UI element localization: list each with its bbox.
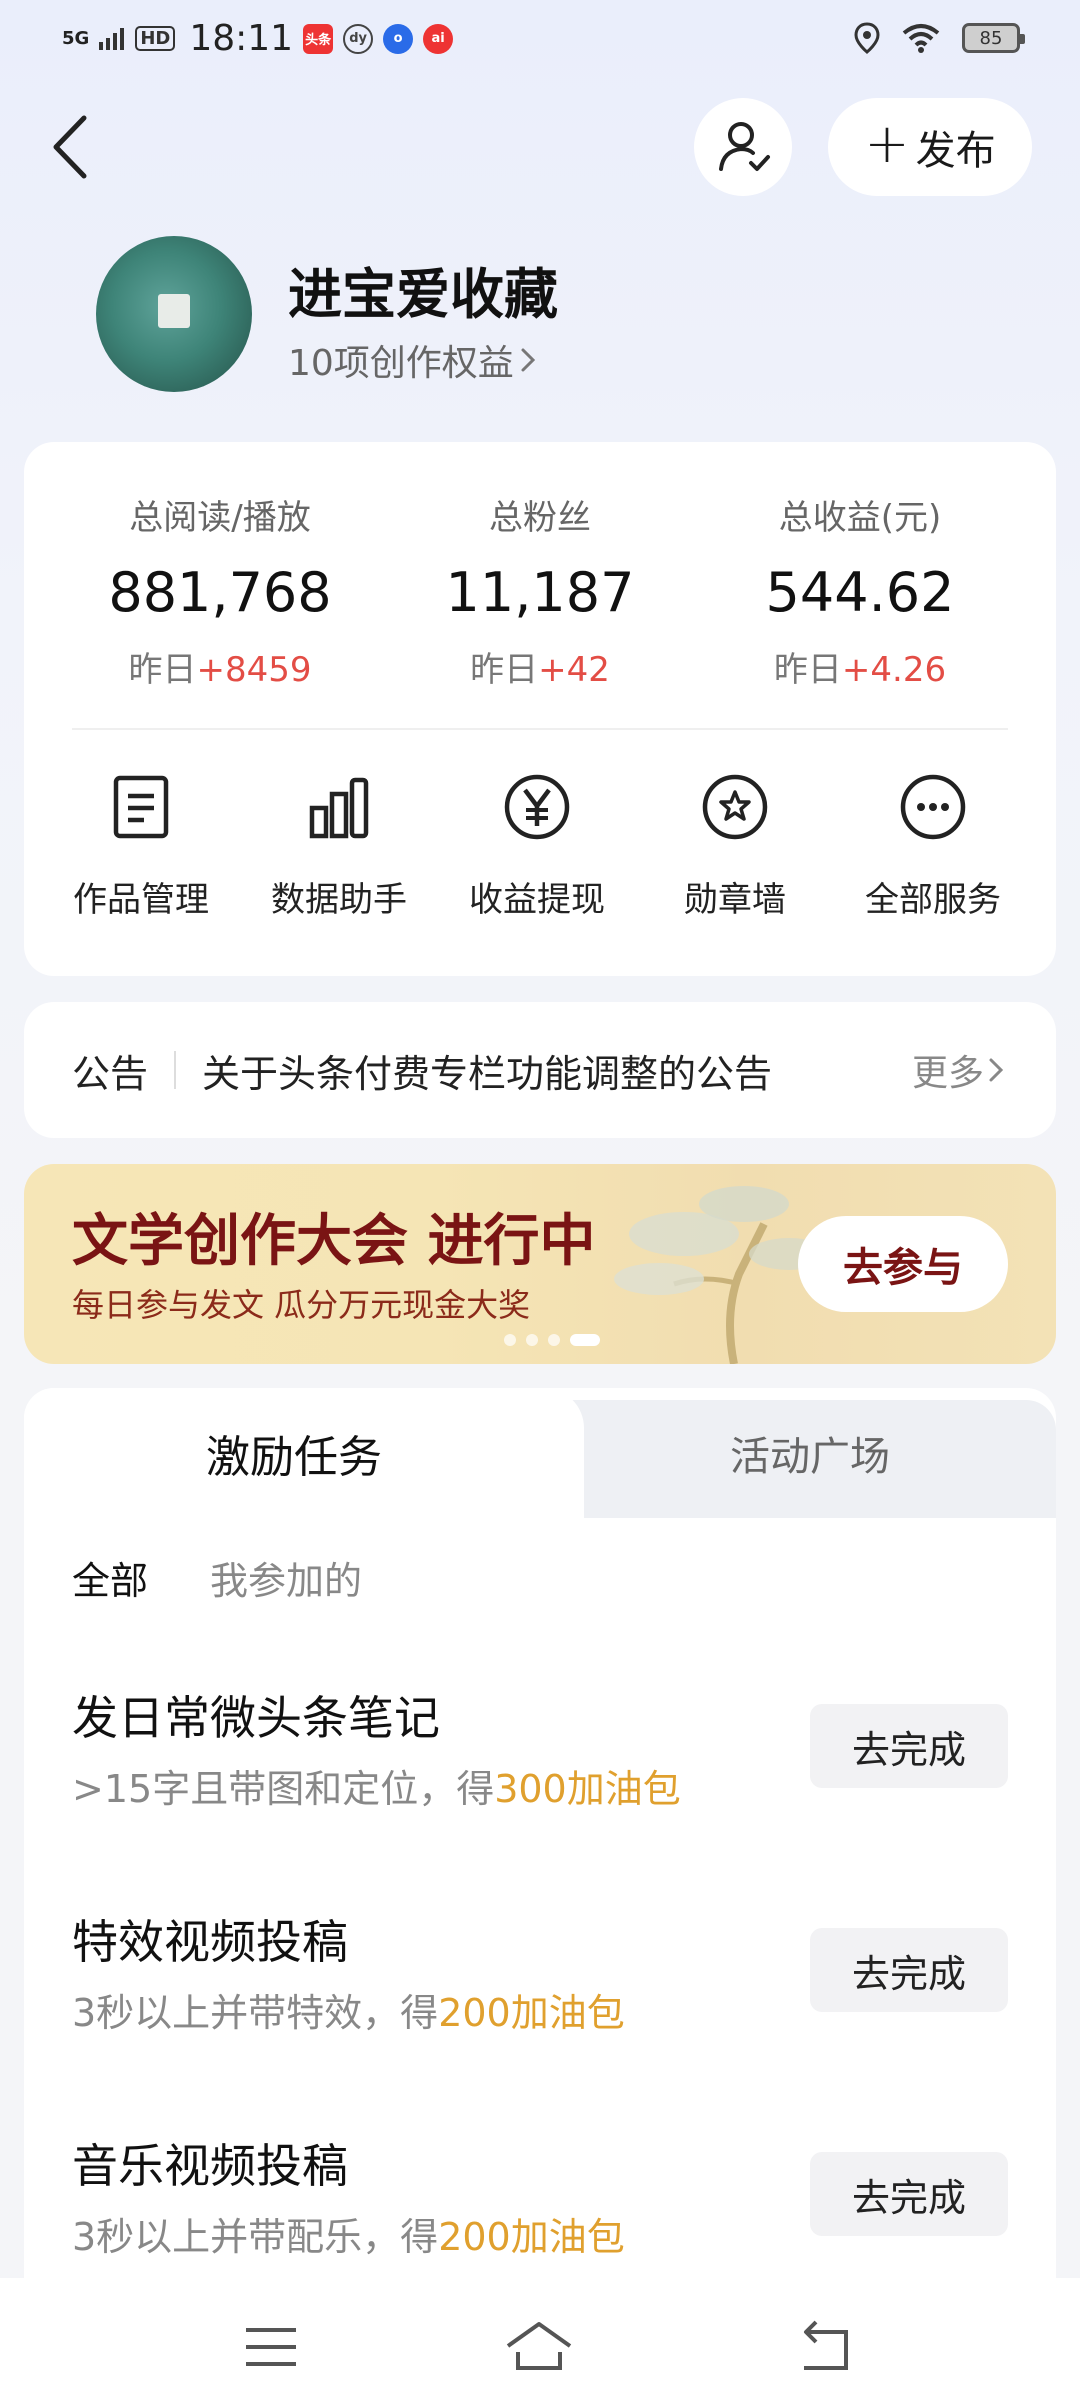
notice-text[interactable]: 关于头条付费专栏功能调整的公告 xyxy=(202,1043,912,1098)
task-filters: 全部 我参加的 xyxy=(72,1550,362,1605)
carousel-dot[interactable] xyxy=(504,1334,516,1346)
notice-more-link[interactable]: 更多 xyxy=(912,1044,1004,1096)
plus-icon: + xyxy=(864,112,910,175)
task-title: 音乐视频投稿 xyxy=(72,2139,348,2193)
system-nav-bar xyxy=(0,2278,1080,2408)
assistant-app-icon: ai xyxy=(423,23,454,54)
complete-task-button[interactable]: 去完成 xyxy=(810,1704,1008,1788)
banner-subtitle: 每日参与发文 瓜分万元现金大奖 xyxy=(72,1286,531,1324)
status-right: 85 xyxy=(854,22,1025,54)
document-icon xyxy=(113,775,169,839)
creator-rights-link[interactable]: 10项创作权益 xyxy=(288,334,536,386)
signal-icon xyxy=(99,27,125,50)
back-nav-icon[interactable] xyxy=(790,2312,860,2382)
service-label: 收益提现 xyxy=(469,880,605,920)
promo-banner[interactable]: 文学创作大会 进行中 每日参与发文 瓜分万元现金大奖 去参与 xyxy=(24,1164,1056,1364)
network-indicator: 5G xyxy=(62,28,90,49)
complete-task-button[interactable]: 去完成 xyxy=(810,2152,1008,2236)
toutiao-app-icon: 头条 xyxy=(303,23,334,54)
services-row: 作品管理 数据助手 收益提现 勋章墙 全部服务 xyxy=(24,772,1056,921)
chevron-right-icon xyxy=(989,1058,1004,1082)
divider xyxy=(72,728,1008,730)
user-check-icon xyxy=(719,122,770,171)
notice-bar[interactable]: 公告 关于头条付费专栏功能调整的公告 更多 xyxy=(24,1002,1056,1138)
carousel-dot[interactable] xyxy=(526,1334,538,1346)
stat-value: 11,187 xyxy=(445,561,635,624)
banner-title: 文学创作大会 进行中 xyxy=(72,1209,596,1274)
yuan-icon xyxy=(504,774,570,840)
complete-task-button[interactable]: 去完成 xyxy=(810,1928,1008,2012)
publish-button[interactable]: + 发布 xyxy=(828,98,1032,196)
creator-rights-label: 10项创作权益 xyxy=(288,343,514,384)
service-withdraw-income[interactable]: 收益提现 xyxy=(438,772,636,921)
stat-label: 总阅读/播放 xyxy=(129,498,311,538)
notice-tag: 公告 xyxy=(72,1051,149,1096)
hd-badge: HD xyxy=(135,26,176,51)
status-left: 5G HD 18:11 头条 dy o ai xyxy=(62,18,454,59)
tab-incentive-tasks[interactable]: 激励任务 xyxy=(24,1388,564,1518)
stat-delta: 昨日+8459 xyxy=(128,650,312,690)
notice-more-label: 更多 xyxy=(911,1053,984,1094)
douyin-app-icon: dy xyxy=(343,23,374,54)
service-works-management[interactable]: 作品管理 xyxy=(42,772,240,921)
stat-delta: 昨日+42 xyxy=(470,650,610,690)
chevron-left-icon xyxy=(53,115,87,179)
account-switch-button[interactable] xyxy=(694,98,792,196)
more-icon xyxy=(900,774,966,840)
battery-level: 85 xyxy=(979,27,1003,49)
stat-reads[interactable]: 总阅读/播放 881,768 昨日+8459 xyxy=(70,490,370,691)
stat-value: 544.62 xyxy=(765,561,955,624)
filter-all[interactable]: 全部 xyxy=(72,1550,148,1605)
service-medal-wall[interactable]: 勋章墙 xyxy=(636,772,834,921)
task-title: 特效视频投稿 xyxy=(72,1915,348,1969)
stats-card: 总阅读/播放 881,768 昨日+8459 总粉丝 11,187 昨日+42 … xyxy=(24,442,1056,976)
home-icon[interactable] xyxy=(504,2312,574,2382)
task-title: 发日常微头条笔记 xyxy=(72,1691,440,1745)
location-icon xyxy=(854,22,880,54)
task-item: 特效视频投稿 3秒以上并带特效，得200加油包 去完成 xyxy=(24,1906,1056,2106)
bar-chart-icon xyxy=(309,777,369,839)
service-data-assistant[interactable]: 数据助手 xyxy=(240,772,438,921)
tab-activity-square[interactable]: 活动广场 xyxy=(564,1388,1056,1518)
chevron-right-icon xyxy=(521,348,535,372)
medal-icon xyxy=(702,774,768,840)
avatar-coin-hole xyxy=(158,294,190,328)
avatar[interactable] xyxy=(96,236,252,392)
task-item: 发日常微头条笔记 >15字且带图和定位，得300加油包 去完成 xyxy=(24,1682,1056,1882)
stat-delta: 昨日+4.26 xyxy=(773,650,947,690)
browser-app-icon: o xyxy=(383,23,414,54)
stat-value: 881,768 xyxy=(108,561,332,624)
service-label: 全部服务 xyxy=(865,880,1001,920)
publish-label: 发布 xyxy=(915,128,996,174)
wifi-icon xyxy=(902,24,940,53)
status-bar: 5G HD 18:11 头条 dy o ai 85 xyxy=(0,0,1080,84)
notice-separator xyxy=(174,1051,177,1089)
join-button[interactable]: 去参与 xyxy=(798,1216,1008,1312)
tasks-panel: 激励任务 活动广场 全部 我参加的 发日常微头条笔记 >15字且带图和定位，得3… xyxy=(24,1388,1056,2408)
stat-income[interactable]: 总收益(元) 544.62 昨日+4.26 xyxy=(710,490,1010,691)
profile-name[interactable]: 进宝爱收藏 xyxy=(288,250,558,329)
service-label: 数据助手 xyxy=(271,880,407,920)
stat-label: 总收益(元) xyxy=(778,498,942,538)
service-label: 作品管理 xyxy=(73,880,209,920)
stat-label: 总粉丝 xyxy=(489,498,591,538)
task-desc: 3秒以上并带配乐，得200加油包 xyxy=(72,2215,625,2259)
task-desc: >15字且带图和定位，得300加油包 xyxy=(72,1767,681,1811)
clock: 18:11 xyxy=(189,18,294,59)
service-all-services[interactable]: 全部服务 xyxy=(834,772,1032,921)
filter-joined[interactable]: 我参加的 xyxy=(210,1550,362,1605)
service-label: 勋章墙 xyxy=(684,880,786,920)
carousel-dot[interactable] xyxy=(548,1334,560,1346)
task-desc: 3秒以上并带特效，得200加油包 xyxy=(72,1991,625,2035)
menu-icon[interactable] xyxy=(236,2312,306,2382)
back-button[interactable] xyxy=(46,112,96,182)
carousel-dot-active[interactable] xyxy=(570,1334,600,1346)
carousel-indicator xyxy=(504,1334,600,1346)
battery-icon: 85 xyxy=(962,23,1025,53)
stat-fans[interactable]: 总粉丝 11,187 昨日+42 xyxy=(390,490,690,691)
